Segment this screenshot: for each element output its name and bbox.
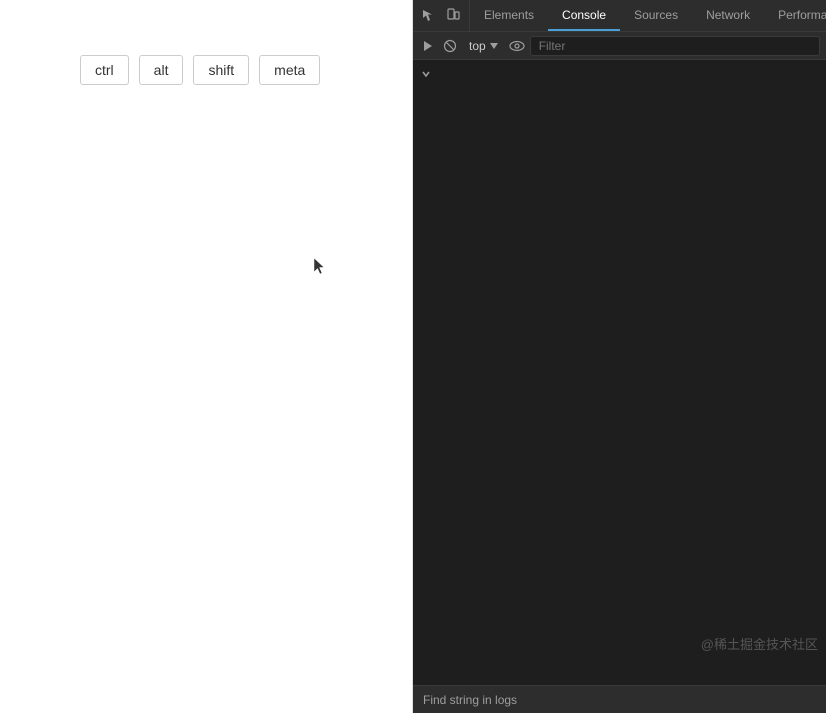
- ban-icon[interactable]: [441, 37, 459, 55]
- devtools-second-toolbar: top: [413, 32, 826, 60]
- shift-key-button[interactable]: shift: [193, 55, 249, 85]
- tab-performance[interactable]: Performan...: [764, 0, 826, 31]
- top-context-dropdown[interactable]: top: [463, 37, 504, 55]
- tab-sources[interactable]: Sources: [620, 0, 692, 31]
- left-panel: ctrl alt shift meta: [0, 0, 413, 713]
- tab-elements[interactable]: Elements: [470, 0, 548, 31]
- inspect-icon[interactable]: [419, 6, 439, 26]
- device-toggle-icon[interactable]: [443, 6, 463, 26]
- filter-input[interactable]: [530, 36, 820, 56]
- tab-console[interactable]: Console: [548, 0, 620, 31]
- devtools-panel: Elements Console Sources Network Perform…: [413, 0, 826, 713]
- find-bar: Find string in logs: [413, 685, 826, 713]
- alt-key-button[interactable]: alt: [139, 55, 184, 85]
- tab-network[interactable]: Network: [692, 0, 764, 31]
- console-chevron-icon[interactable]: [421, 68, 431, 82]
- console-output-area: @稀土掘金技术社区: [413, 60, 826, 685]
- watermark-text: @稀土掘金技术社区: [701, 634, 818, 653]
- eye-icon[interactable]: [508, 37, 526, 55]
- top-context-label: top: [469, 39, 486, 53]
- find-bar-label: Find string in logs: [423, 693, 517, 707]
- ctrl-key-button[interactable]: ctrl: [80, 55, 129, 85]
- play-icon[interactable]: [419, 37, 437, 55]
- key-buttons-container: ctrl alt shift meta: [0, 0, 412, 85]
- mouse-cursor: [314, 258, 326, 276]
- meta-key-button[interactable]: meta: [259, 55, 320, 85]
- devtools-icon-group: [413, 0, 470, 31]
- devtools-tabs: Elements Console Sources Network Perform…: [470, 0, 826, 31]
- devtools-top-toolbar: Elements Console Sources Network Perform…: [413, 0, 826, 32]
